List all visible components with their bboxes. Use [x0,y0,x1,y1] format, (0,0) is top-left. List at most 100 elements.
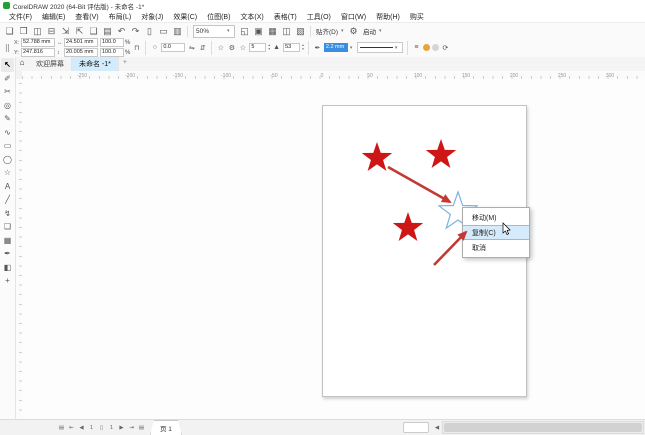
quick-customize-icon[interactable] [423,44,430,51]
zoom-level-combo[interactable]: 50% ▾ [193,25,235,38]
menu-item[interactable]: 窗口(W) [336,12,371,22]
spinner-arrows-icon[interactable]: ▴▾ [268,44,270,51]
mirror-vertical-icon[interactable]: ⇵ [198,44,207,52]
enhanced-view-icon[interactable]: ▦ [266,24,279,38]
scale-vertical-field[interactable]: 100.0 [100,48,124,57]
chevron-down-icon[interactable]: ▾ [350,45,355,51]
paper-portrait-icon[interactable]: ▯ [143,24,156,38]
print-icon[interactable]: ⊟ [45,24,58,38]
lock-ratio-icon[interactable]: ⊓ [132,44,141,52]
import-icon[interactable]: ⇲ [59,24,72,38]
paste-icon[interactable]: ▤ [101,24,114,38]
last-page-icon[interactable]: ⇥ [127,425,136,431]
transparency-tool[interactable]: ▦ [1,234,14,248]
menu-item[interactable]: 表格(T) [269,12,302,22]
page-icon[interactable]: ▯ [97,425,106,431]
snap-dropdown[interactable]: 贴齐(D) [314,26,340,36]
menu-item[interactable]: 购买 [405,12,429,22]
welcome-screen-icon[interactable]: ▧ [294,24,307,38]
outline-width-icon: ✒ [313,44,322,52]
paper-landscape-icon[interactable]: ▭ [157,24,170,38]
menu-item[interactable]: 文本(X) [235,12,268,22]
prev-page-icon[interactable]: ◀ [77,425,86,431]
object-height-field[interactable]: 20.005 mm [64,48,98,57]
total-page-number[interactable]: 1 [107,425,116,431]
object-width-field[interactable]: 24.501 mm [64,38,98,47]
height-icon: ↕ [57,50,63,56]
redo-icon[interactable]: ↷ [129,24,142,38]
document-tab[interactable]: 未命名 -1* [72,57,119,71]
context-menu-item[interactable]: 复制(C) [463,225,529,240]
secondary-customize-icon[interactable] [432,44,439,51]
text-tool[interactable]: A [1,180,14,194]
horizontal-scrollbar[interactable] [442,421,644,434]
document-tab[interactable]: 欢迎屏幕 [29,57,72,71]
drawing-canvas[interactable]: 移动(M) 复制(C) 取消 [22,79,645,420]
view-navigator-button[interactable] [403,422,429,433]
context-menu-item[interactable]: 取消 [463,240,529,255]
rectangle-tool[interactable]: ▭ [1,139,14,153]
page-tab[interactable]: 页 1 [150,420,182,435]
x-position-field[interactable]: 52.788 mm [21,38,55,47]
zoom-tool[interactable]: ◎ [1,99,14,113]
crop-tool[interactable]: ✂ [1,85,14,99]
fullscreen-preview-icon[interactable]: ◱ [238,24,251,38]
menu-item[interactable]: 对象(J) [136,12,168,22]
ellipse-tool[interactable]: ◯ [1,153,14,167]
menu-item[interactable]: 工具(O) [302,12,336,22]
outline-width-field[interactable]: 2.2 mm [324,43,348,52]
new-tab-button[interactable]: + [119,57,131,71]
star-sharpness-icon: ▲ [272,44,281,51]
menu-item[interactable]: 帮助(H) [371,12,405,22]
mirror-horizontal-icon[interactable]: ⇋ [187,44,196,52]
page-sorter-icon[interactable]: ◫ [280,24,293,38]
polygon-tool[interactable]: ☆ [1,166,14,180]
undo-icon[interactable]: ↶ [115,24,128,38]
interactive-fill-tool[interactable]: ◧ [1,261,14,275]
options-gear-icon[interactable]: ⚙ [347,24,360,38]
connector-tool[interactable]: ↯ [1,207,14,221]
save-icon[interactable]: ◫ [31,24,44,38]
menu-item[interactable]: 布局(L) [104,12,137,22]
menu-item[interactable]: 编辑(E) [37,12,70,22]
drop-shadow-tool[interactable]: ❏ [1,220,14,234]
export-icon[interactable]: ⇱ [73,24,86,38]
launch-dropdown[interactable]: 启动 [361,26,378,36]
spinner-arrows-icon[interactable]: ▴▾ [302,44,304,51]
refresh-icon[interactable]: ⟳ [441,44,450,52]
current-page-number[interactable]: 1 [87,425,96,431]
star-shape-icon[interactable]: ☆ [216,44,225,52]
freehand-tool[interactable]: ✎ [1,112,14,126]
show-page-border-icon[interactable]: ▣ [252,24,265,38]
next-page-icon[interactable]: ▶ [117,425,126,431]
menu-item[interactable]: 位图(B) [202,12,235,22]
home-icon[interactable]: ⌂ [15,57,29,71]
more-tools-button[interactable]: + [1,274,14,288]
open-icon[interactable]: ❐ [17,24,30,38]
draw-units-icon[interactable]: ▥ [171,24,184,38]
add-page-icon[interactable]: ▤ [137,425,146,431]
complex-star-icon[interactable]: ⚙ [227,44,236,52]
new-document-icon[interactable]: ❏ [3,24,16,38]
menu-item[interactable]: 查看(V) [70,12,103,22]
shape-tool[interactable]: ✐ [1,72,14,86]
star-sharpness-field[interactable]: 53 [283,43,300,52]
wrap-text-icon[interactable]: ≡ [412,44,421,51]
y-position-field[interactable]: 247.816 mm [21,48,55,57]
star-points-field[interactable]: 5 [249,43,266,52]
copy-icon[interactable]: ❑ [87,24,100,38]
rotation-angle-field[interactable]: 0.0 [161,43,185,52]
pick-tool[interactable]: ↖ [1,58,14,72]
first-page-icon[interactable]: ⇤ [67,425,76,431]
context-menu-item[interactable]: 移动(M) [463,210,529,225]
scroll-left-icon[interactable]: ◀ [432,425,442,431]
menu-item[interactable]: 效果(C) [168,12,202,22]
artistic-media-tool[interactable]: ∿ [1,126,14,140]
eyedropper-tool[interactable]: ✒ [1,247,14,261]
scrollbar-thumb[interactable] [444,423,642,432]
line-style-combo[interactable]: ▾ [357,42,403,53]
dimension-tool[interactable]: ╱ [1,193,14,207]
page-flip-icon[interactable]: ▤ [57,425,66,431]
menu-item[interactable]: 文件(F) [4,12,37,22]
scale-horizontal-field[interactable]: 100.0 [100,38,124,47]
